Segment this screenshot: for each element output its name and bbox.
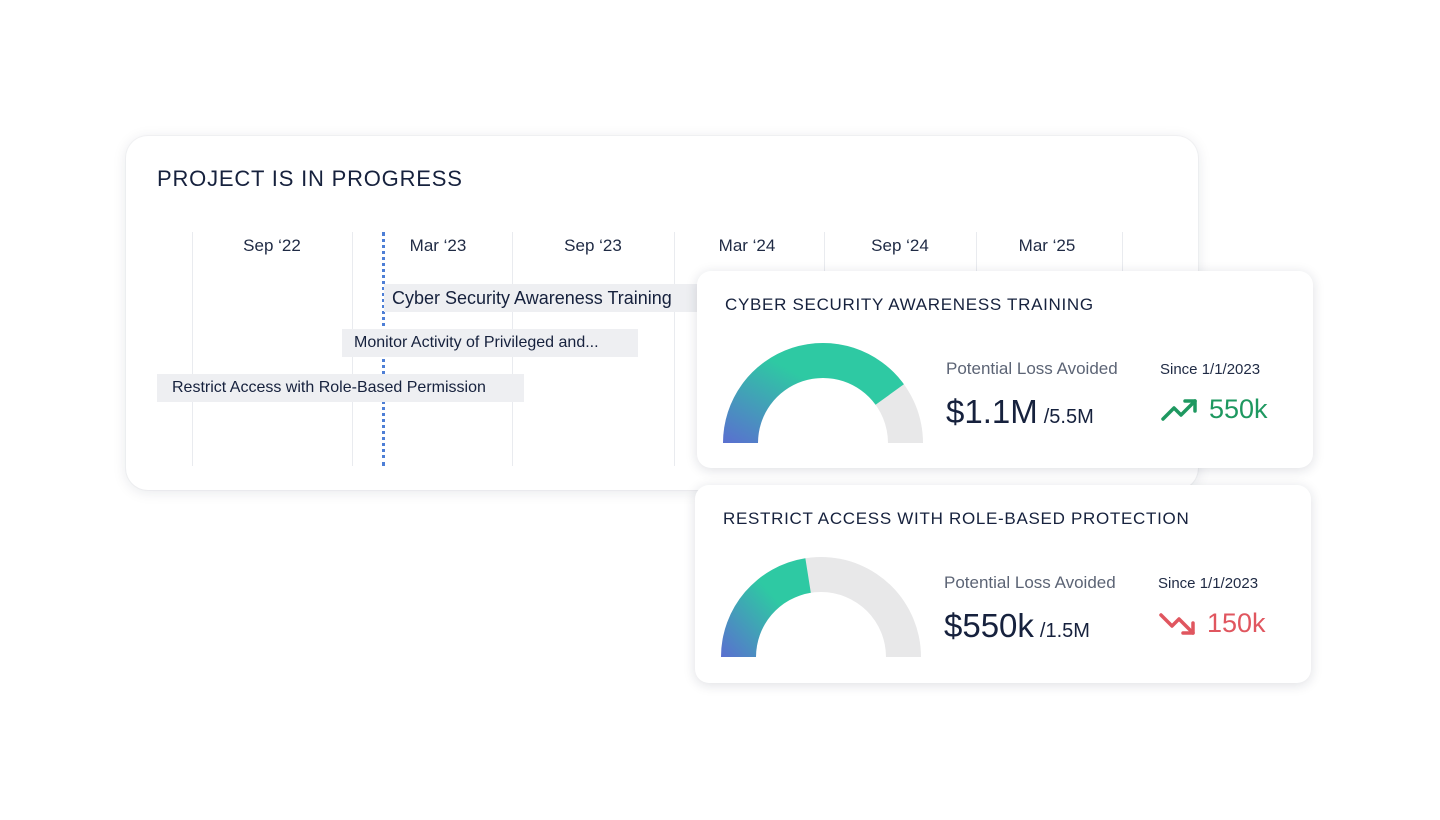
metric-label: Potential Loss Avoided [946,359,1118,378]
metric-value: $1.1M/5.5M [946,393,1094,431]
timeline-title: PROJECT IS IN PROGRESS [157,166,463,191]
month-label: Mar ‘24 [718,236,776,255]
kpi-card-restrict-access[interactable]: RESTRICT ACCESS WITH ROLE-BASED PROTECTI… [695,485,1311,683]
dashboard-stage: PROJECT IS IN PROGRESS Sep ‘22 Mar ‘23 S… [0,0,1440,820]
trend-indicator: 150k [1159,608,1266,639]
task-bar-restrict-access[interactable]: Restrict Access with Role-Based Permissi… [157,374,524,402]
trending-down-icon [1159,612,1195,635]
metric-amount: $550k [944,607,1034,644]
month-label: Mar ‘23 [409,236,467,255]
month-label: Sep ‘24 [871,236,929,255]
metric-total: /5.5M [1043,406,1094,428]
gauge-chart [723,343,923,443]
task-label: Monitor Activity of Privileged and... [354,334,599,351]
metric-value: $550k/1.5M [944,607,1090,645]
kpi-card-title: CYBER SECURITY AWARENESS TRAINING [725,295,1094,314]
since-date-label: Since 1/1/2023 [1158,575,1259,592]
trend-value: 150k [1207,608,1266,638]
task-label: Restrict Access with Role-Based Permissi… [172,379,486,396]
kpi-card-cyber-security[interactable]: CYBER SECURITY AWARENESS TRAINING Potent… [697,271,1313,468]
month-label: Sep ‘22 [243,236,301,255]
metric-label: Potential Loss Avoided [944,573,1116,592]
task-bar-monitor-activity[interactable]: Monitor Activity of Privileged and... [342,329,638,357]
gauge-fill [721,558,811,657]
gauge-chart [721,557,921,657]
metric-amount: $1.1M [946,393,1038,430]
grid-line [192,232,193,466]
trend-value: 550k [1209,394,1268,424]
grid-line [674,232,675,466]
task-bar-cyber-security[interactable]: Cyber Security Awareness Training [384,284,724,312]
task-label: Cyber Security Awareness Training [392,287,672,308]
month-label: Sep ‘23 [564,236,622,255]
trend-indicator: 550k [1161,394,1268,425]
gauge-fill [723,343,904,443]
since-date-label: Since 1/1/2023 [1160,361,1261,378]
kpi-card-title: RESTRICT ACCESS WITH ROLE-BASED PROTECTI… [723,509,1190,528]
month-label: Mar ‘25 [1018,236,1076,255]
trending-up-icon [1161,398,1197,421]
metric-total: /1.5M [1039,620,1090,642]
